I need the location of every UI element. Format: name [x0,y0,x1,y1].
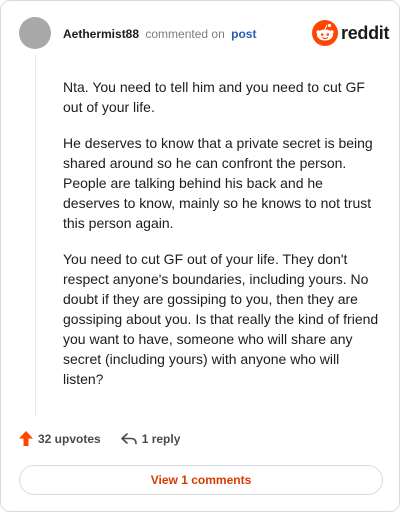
upvote-button[interactable]: 32 upvotes [19,431,101,446]
comment-body: Nta. You need to tell him and you need t… [63,77,383,405]
view-comments-button[interactable]: View 1 comments [19,465,383,495]
comment-header: Aethermist88 commented on post [63,26,256,42]
reddit-wordmark: reddit [341,22,390,43]
upvote-count: 32 upvotes [38,431,101,446]
commented-label: commented on [145,27,225,41]
comment-paragraph: Nta. You need to tell him and you need t… [63,79,365,115]
upvote-arrow-icon [19,431,33,446]
comment-card: Aethermist88 commented on post reddit Nt… [0,0,400,512]
reply-button[interactable]: 1 reply [120,431,181,446]
reddit-logo[interactable]: reddit [312,20,390,46]
avatar[interactable] [19,17,51,49]
comment-actions: 32 upvotes 1 reply [19,431,180,446]
post-link[interactable]: post [231,27,256,41]
reddit-snoo-icon [312,20,338,46]
reply-arrow-icon [120,432,137,444]
reply-count: 1 reply [141,431,181,446]
comment-paragraph: You need to cut GF out of your life. The… [63,251,379,387]
username[interactable]: Aethermist88 [63,27,139,41]
thread-line [35,55,36,415]
comment-paragraph: He deserves to know that a private secre… [63,135,373,231]
